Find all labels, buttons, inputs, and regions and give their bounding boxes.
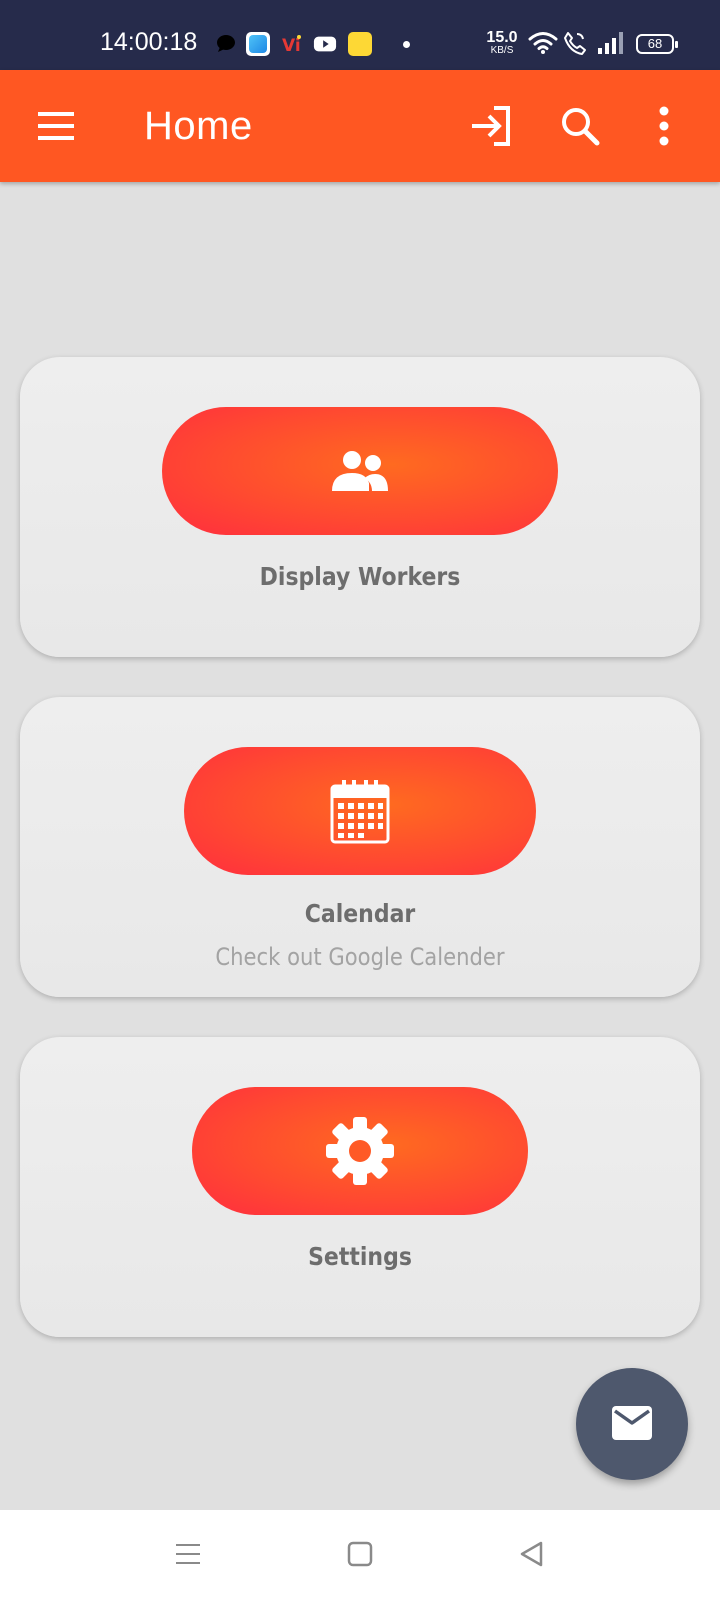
app-bar: Home	[0, 70, 720, 182]
mail-fab-button[interactable]	[576, 1368, 688, 1480]
chat-icon	[217, 35, 235, 52]
home-icon[interactable]	[346, 1540, 374, 1568]
recents-icon[interactable]	[174, 1540, 202, 1568]
menu-icon[interactable]	[32, 102, 80, 150]
back-icon[interactable]	[518, 1540, 546, 1568]
vi-icon: Vi	[282, 35, 301, 56]
status-time: 14:00:18	[100, 28, 198, 56]
page-title: Home	[144, 104, 253, 148]
network-speed: 15.0 KB/S	[484, 30, 520, 56]
calendar-button[interactable]	[184, 747, 536, 875]
card-settings: Settings	[20, 1037, 700, 1337]
more-vert-icon[interactable]	[640, 102, 688, 150]
gear-icon	[326, 1117, 394, 1185]
people-icon	[332, 451, 388, 491]
mail-icon	[612, 1406, 652, 1440]
network-speed-unit: KB/S	[490, 45, 514, 56]
wifi-icon	[528, 32, 558, 54]
youtube-icon	[313, 36, 337, 52]
card-label: Display Workers	[259, 562, 461, 591]
search-icon[interactable]	[556, 102, 604, 150]
card-subtitle: Check out Google Calender	[215, 943, 505, 971]
card-display-workers: Display Workers	[20, 357, 700, 657]
card-calendar: Calendar Check out Google Calender	[20, 697, 700, 997]
app-icon	[246, 32, 270, 56]
svg-text:Vi: Vi	[282, 36, 301, 56]
notification-dot	[403, 41, 410, 48]
calendar-icon	[330, 780, 390, 844]
settings-button[interactable]	[192, 1087, 528, 1215]
card-label: Settings	[308, 1242, 412, 1271]
wifi-calling-icon	[564, 32, 586, 55]
signal-icon	[598, 32, 623, 54]
system-nav-bar	[0, 1510, 720, 1600]
login-icon[interactable]	[468, 102, 516, 150]
network-speed-value: 15.0	[486, 29, 518, 46]
card-label: Calendar	[304, 899, 416, 928]
app-icon-yellow	[348, 32, 372, 56]
battery-indicator: 68	[636, 34, 678, 54]
display-workers-button[interactable]	[162, 407, 558, 535]
status-bar: 14:00:18 Vi 15.0 KB/S 68	[0, 0, 720, 70]
